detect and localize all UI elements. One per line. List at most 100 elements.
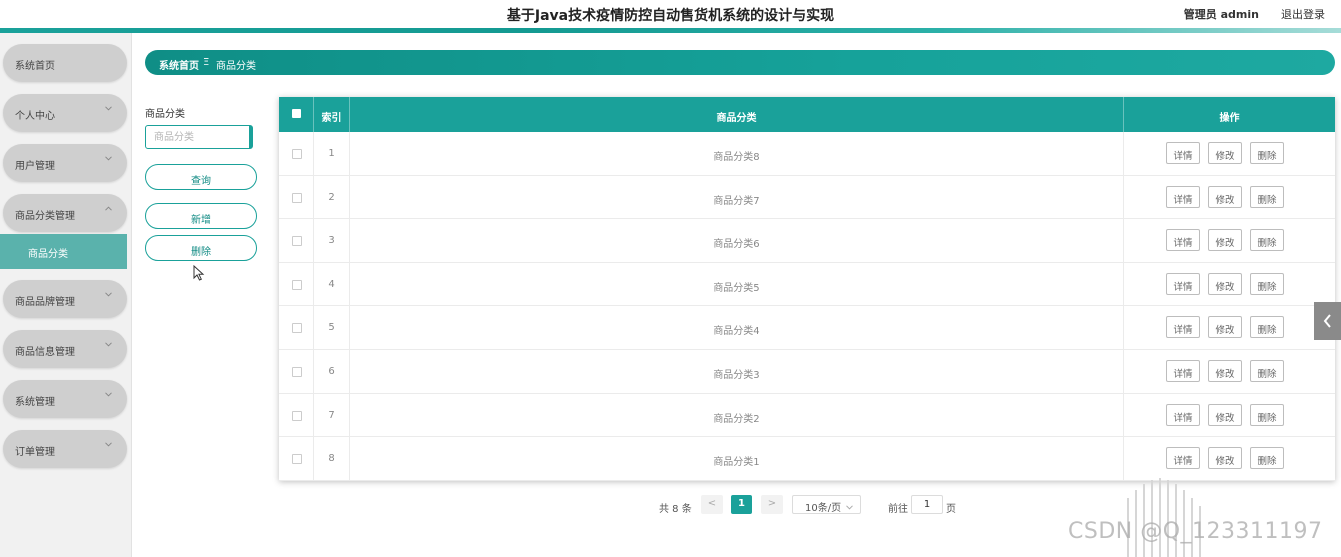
row-index: 6 bbox=[328, 366, 335, 377]
index-cell: 5 bbox=[314, 306, 350, 349]
row-index: 2 bbox=[328, 191, 335, 203]
sidebar: 系统首页 个人中心 用户管理 商品分类管理 商品分类 商品品牌管理 商品信息管理… bbox=[0, 33, 132, 557]
edit-button[interactable]: 修改 bbox=[1208, 142, 1242, 164]
add-button[interactable]: 新增 bbox=[145, 203, 257, 229]
row-checkbox[interactable] bbox=[292, 367, 302, 377]
header-actions-cell: 操作 bbox=[1124, 97, 1335, 132]
edit-button-label: 修改 bbox=[1215, 194, 1235, 206]
page-number-button[interactable]: 1 bbox=[731, 495, 752, 514]
detail-button[interactable]: 详情 bbox=[1166, 403, 1200, 426]
batch-delete-button-label: 删除 bbox=[191, 247, 211, 258]
row-checkbox[interactable] bbox=[292, 410, 302, 421]
app-title: 基于Java技术疫情防控自动售货机系统的设计与实现 bbox=[506, 8, 835, 24]
goto-page-input[interactable] bbox=[911, 495, 943, 514]
delete-button[interactable]: 删除 bbox=[1250, 403, 1284, 426]
sidebar-item-system-management[interactable]: 系统管理 bbox=[3, 380, 127, 418]
sidebar-item-personal-center[interactable]: 个人中心 bbox=[3, 94, 127, 132]
delete-button[interactable]: 删除 bbox=[1250, 447, 1284, 470]
query-button[interactable]: 查询 bbox=[145, 164, 257, 190]
row-checkbox[interactable] bbox=[292, 149, 302, 159]
delete-button[interactable]: 删除 bbox=[1250, 316, 1284, 339]
table-row: 3 商品分类6 详情 修改 删除 bbox=[279, 219, 1335, 263]
batch-delete-button[interactable]: 删除 bbox=[145, 235, 257, 261]
sidebar-item-category-management[interactable]: 商品分类管理 bbox=[3, 194, 127, 232]
index-cell: 4 bbox=[314, 262, 350, 306]
edit-button[interactable]: 修改 bbox=[1208, 185, 1242, 208]
edit-button[interactable]: 修改 bbox=[1208, 447, 1242, 470]
page-size-select[interactable]: 10条/页 bbox=[792, 495, 861, 514]
row-checkbox[interactable] bbox=[292, 323, 302, 334]
actions-cell: 详情 修改 删除 bbox=[1124, 306, 1335, 349]
index-cell: 3 bbox=[314, 219, 350, 262]
select-all-checkbox[interactable] bbox=[292, 109, 301, 118]
edit-button[interactable]: 修改 bbox=[1208, 403, 1242, 426]
edit-button[interactable]: 修改 bbox=[1208, 316, 1242, 339]
select-cell bbox=[279, 262, 314, 306]
row-checkbox[interactable] bbox=[292, 279, 302, 290]
edit-button-label: 修改 bbox=[1215, 238, 1235, 250]
chevron-down-icon bbox=[105, 342, 112, 348]
sidebar-subitem-label: 商品分类 bbox=[28, 249, 68, 260]
prev-page-button[interactable]: < bbox=[701, 495, 723, 514]
chevron-down-icon bbox=[105, 106, 112, 112]
sidebar-item-order-management[interactable]: 订单管理 bbox=[3, 430, 127, 468]
row-checkbox[interactable] bbox=[292, 192, 302, 203]
sidebar-item-home[interactable]: 系统首页 bbox=[3, 44, 127, 82]
actions-cell: 详情 修改 删除 bbox=[1124, 394, 1335, 437]
logout-link[interactable]: 退出登录 bbox=[1281, 6, 1325, 22]
row-checkbox[interactable] bbox=[292, 454, 302, 465]
header-category-cell: 商品分类 bbox=[350, 97, 1124, 132]
detail-button[interactable]: 详情 bbox=[1166, 316, 1200, 339]
category-cell: 商品分类1 bbox=[350, 437, 1124, 480]
category-search-input[interactable] bbox=[145, 125, 253, 149]
edit-button[interactable]: 修改 bbox=[1208, 272, 1242, 295]
detail-button[interactable]: 详情 bbox=[1166, 229, 1200, 252]
prev-page-icon: < bbox=[707, 498, 717, 509]
row-index: 3 bbox=[328, 235, 335, 247]
detail-button-label: 详情 bbox=[1173, 151, 1193, 162]
next-page-button[interactable]: > bbox=[761, 495, 783, 514]
delete-button[interactable]: 删除 bbox=[1250, 142, 1284, 164]
page-number-label: 1 bbox=[738, 498, 745, 509]
goto-page-suffix: 页 bbox=[946, 504, 956, 515]
actions-cell: 详情 修改 删除 bbox=[1124, 176, 1335, 219]
detail-button[interactable]: 详情 bbox=[1166, 360, 1200, 382]
delete-button[interactable]: 删除 bbox=[1250, 272, 1284, 295]
actions-cell: 详情 修改 删除 bbox=[1124, 132, 1335, 175]
row-checkbox[interactable] bbox=[292, 236, 302, 247]
table-header: 索引 商品分类 操作 bbox=[279, 97, 1335, 132]
detail-button-label: 详情 bbox=[1173, 194, 1193, 206]
select-cell bbox=[279, 175, 314, 219]
sidebar-item-product-management[interactable]: 商品信息管理 bbox=[3, 330, 127, 368]
delete-button[interactable]: 删除 bbox=[1250, 185, 1284, 208]
sidebar-subitem-category[interactable]: 商品分类 bbox=[0, 234, 127, 269]
row-index: 7 bbox=[328, 409, 335, 421]
breadcrumb-home[interactable]: 系统首页 bbox=[159, 57, 199, 72]
detail-button[interactable]: 详情 bbox=[1166, 447, 1200, 470]
row-index: 4 bbox=[328, 278, 335, 290]
category-cell: 商品分类2 bbox=[350, 393, 1124, 437]
table-row: 7 商品分类2 详情 修改 删除 bbox=[279, 393, 1335, 438]
detail-button-label: 详情 bbox=[1173, 238, 1193, 250]
detail-button[interactable]: 详情 bbox=[1166, 185, 1200, 208]
delete-button[interactable]: 删除 bbox=[1250, 360, 1284, 382]
sidebar-item-user-management[interactable]: 用户管理 bbox=[3, 144, 127, 182]
edit-button-label: 修改 bbox=[1215, 151, 1235, 162]
category-cell: 商品分类3 bbox=[350, 350, 1124, 393]
header-index-cell: 索引 bbox=[314, 97, 350, 132]
chevron-down-icon bbox=[105, 292, 112, 298]
detail-button[interactable]: 详情 bbox=[1166, 272, 1200, 295]
delete-button-label: 删除 bbox=[1257, 151, 1277, 162]
delete-button[interactable]: 删除 bbox=[1250, 229, 1284, 252]
sidebar-item-label: 系统管理 bbox=[15, 397, 55, 408]
edit-button[interactable]: 修改 bbox=[1208, 229, 1242, 252]
side-panel-toggle[interactable] bbox=[1314, 302, 1341, 340]
sidebar-item-brand-management[interactable]: 商品品牌管理 bbox=[3, 280, 127, 318]
edit-button-label: 修改 bbox=[1215, 325, 1235, 337]
sidebar-item-label: 用户管理 bbox=[15, 161, 55, 172]
row-category: 商品分类5 bbox=[713, 282, 760, 294]
search-label: 商品分类 bbox=[145, 109, 185, 120]
row-index: 8 bbox=[328, 453, 335, 465]
edit-button[interactable]: 修改 bbox=[1208, 360, 1242, 382]
detail-button[interactable]: 详情 bbox=[1166, 142, 1200, 164]
